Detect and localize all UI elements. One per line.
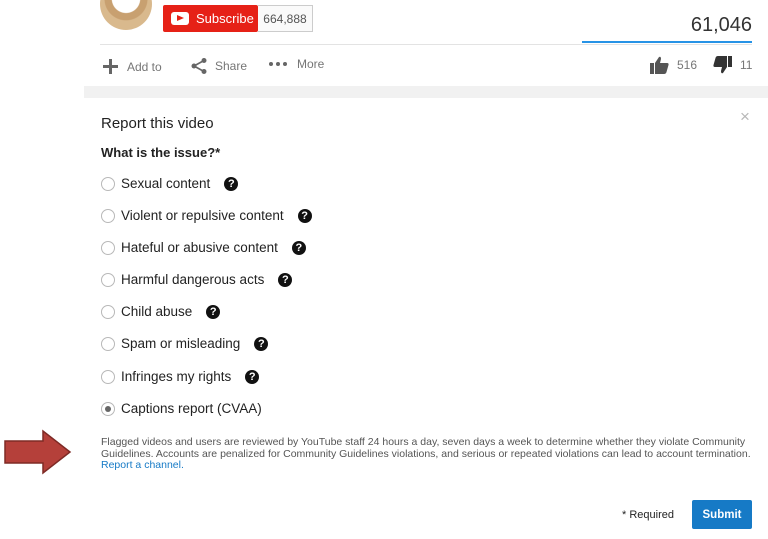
radio-button[interactable]	[101, 272, 115, 287]
radio-button[interactable]	[101, 304, 115, 319]
radio-button[interactable]	[101, 369, 115, 384]
like-ratio-bar	[582, 41, 752, 43]
help-icon[interactable]: ?	[245, 369, 260, 384]
option-harmful-acts[interactable]: Harmful dangerous acts ?	[101, 272, 293, 287]
radio-button-selected[interactable]	[101, 401, 115, 416]
help-icon[interactable]: ?	[206, 304, 221, 319]
help-icon[interactable]: ?	[291, 240, 306, 255]
option-label: Hateful or abusive content	[121, 240, 278, 255]
thumbs-down-icon	[713, 56, 732, 74]
report-title: Report this video	[101, 115, 214, 132]
divider	[100, 44, 752, 45]
review-notice: Flagged videos and users are reviewed by…	[101, 436, 751, 472]
report-channel-link[interactable]: Report a channel.	[101, 459, 184, 471]
option-label: Sexual content	[121, 176, 211, 191]
share-button[interactable]: Share	[190, 57, 247, 75]
add-to-label: Add to	[127, 59, 162, 74]
option-label: Harmful dangerous acts	[121, 272, 265, 287]
radio-button[interactable]	[101, 240, 115, 255]
subscriber-count: 664,888	[258, 5, 313, 32]
option-spam[interactable]: Spam or misleading ?	[101, 336, 269, 351]
option-child-abuse[interactable]: Child abuse ?	[101, 304, 221, 319]
help-icon[interactable]: ?	[254, 336, 269, 351]
submit-button[interactable]: Submit	[692, 500, 752, 529]
option-infringes-rights[interactable]: Infringes my rights ?	[101, 369, 260, 384]
close-icon[interactable]: ×	[740, 107, 750, 127]
option-sexual-content[interactable]: Sexual content ?	[101, 176, 239, 191]
thumbs-up-icon	[650, 56, 669, 74]
like-count: 516	[677, 58, 698, 72]
notice-text: Flagged videos and users are reviewed by…	[101, 436, 751, 460]
more-dots-icon	[269, 62, 287, 66]
subscribe-label: Subscribe	[196, 11, 254, 26]
subscribe-button[interactable]: Subscribe	[163, 5, 258, 32]
option-label: Violent or repulsive content	[121, 208, 284, 223]
radio-button[interactable]	[101, 208, 115, 223]
dislike-count: 11	[740, 58, 753, 72]
option-hateful-content[interactable]: Hateful or abusive content ?	[101, 240, 306, 255]
youtube-play-icon	[171, 12, 189, 25]
required-note: * Required	[622, 509, 674, 521]
like-button[interactable]: 516	[650, 56, 697, 74]
option-captions-report[interactable]: Captions report (CVAA)	[101, 401, 262, 416]
option-label: Child abuse	[121, 304, 193, 319]
issue-question: What is the issue?*	[101, 145, 221, 160]
help-icon[interactable]: ?	[224, 176, 239, 191]
option-label: Spam or misleading	[121, 336, 241, 351]
help-icon[interactable]: ?	[278, 272, 293, 287]
share-label: Share	[215, 59, 248, 73]
option-label: Captions report (CVAA)	[121, 401, 262, 416]
share-icon	[191, 58, 207, 74]
channel-avatar[interactable]	[100, 0, 152, 30]
radio-button[interactable]	[101, 336, 115, 351]
more-label: More	[297, 57, 325, 71]
option-label: Infringes my rights	[121, 369, 232, 384]
view-count: 61,046	[690, 14, 752, 36]
option-violent-content[interactable]: Violent or repulsive content ?	[101, 208, 312, 223]
plus-icon	[103, 59, 118, 74]
radio-button[interactable]	[101, 176, 115, 191]
more-button[interactable]: More	[268, 57, 324, 71]
add-to-button[interactable]: Add to	[101, 57, 162, 76]
help-icon[interactable]: ?	[297, 208, 312, 223]
dislike-button[interactable]: 11	[713, 56, 752, 74]
section-separator	[84, 86, 768, 98]
annotation-arrow-icon	[4, 429, 72, 475]
